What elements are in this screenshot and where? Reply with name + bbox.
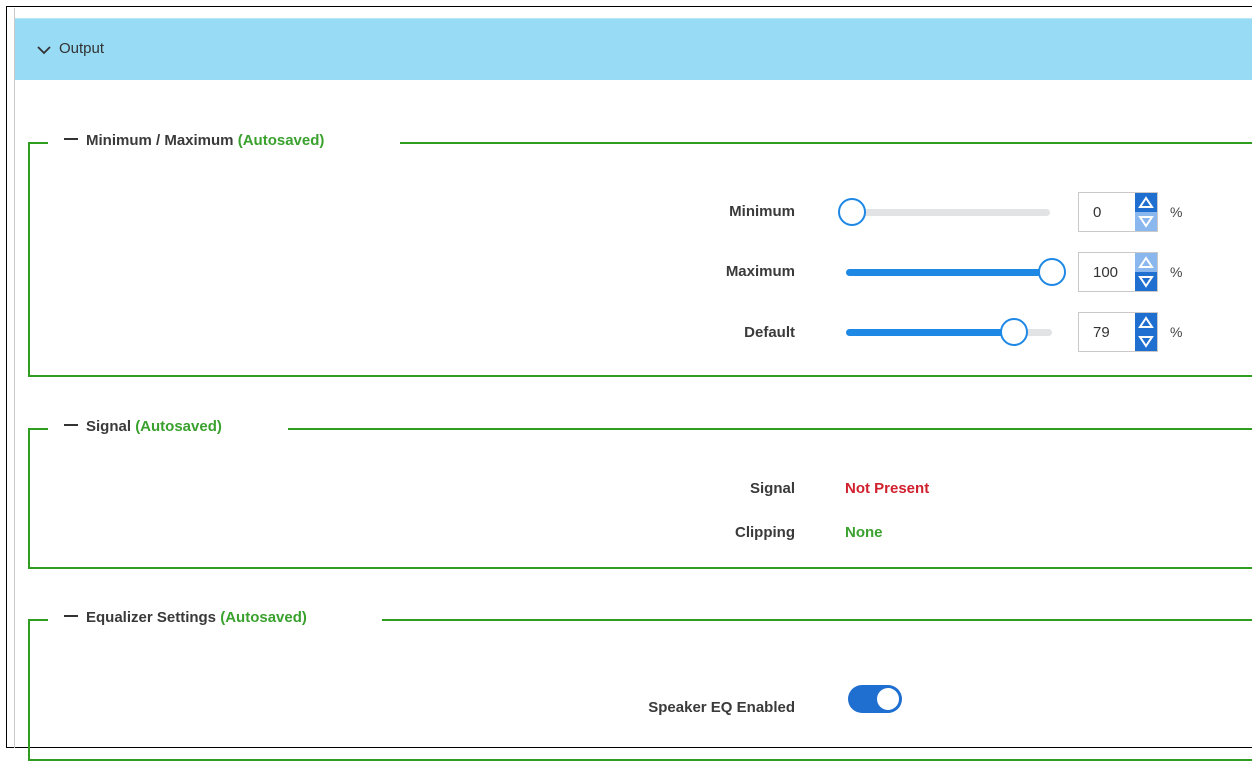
triangle-down-icon[interactable]	[1135, 332, 1157, 351]
maximum-spinner[interactable]	[1135, 253, 1157, 291]
minmax-group: Minimum / Maximum (Autosaved) Minimum 0 …	[28, 132, 1252, 377]
minimum-value: 0	[1093, 204, 1102, 221]
minmax-legend[interactable]: Minimum / Maximum (Autosaved)	[64, 132, 331, 149]
default-unit: %	[1170, 324, 1183, 340]
signal-legend-title: Signal	[86, 418, 132, 435]
triangle-up-icon[interactable]	[1135, 313, 1157, 332]
minimum-slider-thumb[interactable]	[838, 198, 866, 226]
panel-title: Output	[59, 40, 105, 57]
triangle-up-icon[interactable]	[1135, 253, 1157, 272]
clipping-label: Clipping	[735, 524, 795, 541]
collapse-dash-icon	[64, 615, 78, 618]
speaker-eq-toggle[interactable]	[848, 685, 902, 713]
collapse-dash-icon	[64, 138, 78, 141]
triangle-down-icon[interactable]	[1135, 212, 1157, 231]
default-label: Default	[744, 324, 795, 341]
clipping-value: None	[845, 524, 883, 541]
equalizer-group: Equalizer Settings (Autosaved) Speaker E…	[28, 609, 1252, 761]
signal-group: Signal (Autosaved) Signal Not Present Cl…	[28, 418, 1252, 569]
default-slider-thumb[interactable]	[1000, 318, 1028, 346]
default-value: 79	[1093, 324, 1110, 341]
equalizer-legend[interactable]: Equalizer Settings (Autosaved)	[64, 609, 313, 626]
triangle-down-icon[interactable]	[1135, 272, 1157, 291]
minmax-autosaved: (Autosaved)	[237, 132, 325, 149]
toggle-knob	[877, 688, 899, 710]
signal-legend[interactable]: Signal (Autosaved)	[64, 418, 228, 435]
equalizer-legend-title: Equalizer Settings	[86, 609, 217, 626]
signal-value: Not Present	[845, 480, 930, 497]
minimum-slider[interactable]	[838, 198, 1058, 228]
collapse-dash-icon	[64, 424, 78, 427]
default-spinner[interactable]	[1135, 313, 1157, 351]
maximum-label: Maximum	[725, 263, 795, 280]
signal-autosaved: (Autosaved)	[135, 418, 222, 435]
maximum-value: 100	[1093, 264, 1119, 281]
maximum-slider-thumb[interactable]	[1038, 258, 1066, 286]
minimum-input[interactable]: 0	[1078, 192, 1158, 232]
default-slider[interactable]	[846, 318, 1066, 348]
minimum-unit: %	[1170, 204, 1183, 220]
equalizer-autosaved: (Autosaved)	[220, 609, 307, 626]
minmax-legend-title: Minimum / Maximum	[86, 132, 234, 149]
maximum-slider[interactable]	[846, 258, 1066, 288]
minimum-spinner[interactable]	[1135, 193, 1157, 231]
speaker-eq-label: Speaker EQ Enabled	[648, 699, 795, 716]
signal-label: Signal	[749, 480, 795, 497]
triangle-up-icon[interactable]	[1135, 193, 1157, 212]
maximum-unit: %	[1170, 264, 1183, 280]
minimum-label: Minimum	[729, 203, 795, 220]
maximum-input[interactable]: 100	[1078, 252, 1158, 292]
default-input[interactable]: 79	[1078, 312, 1158, 352]
chevron-down-icon	[37, 46, 51, 55]
output-panel-header[interactable]: Output	[15, 18, 1252, 80]
